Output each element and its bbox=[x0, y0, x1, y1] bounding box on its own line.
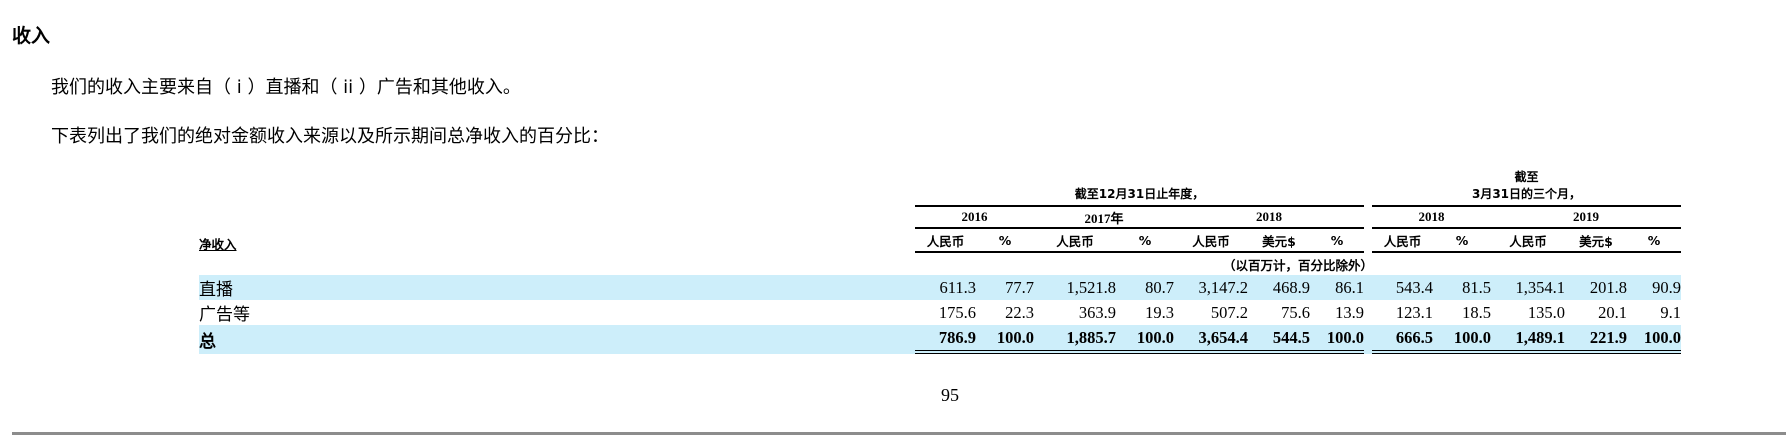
table-cell: 19.3 bbox=[1145, 302, 1174, 322]
revenue-table: 截至 截至12月31日止年度， 3月31日的三个月， 净收入 2016 2017… bbox=[199, 168, 1681, 354]
intro-paragraph: 我们的收入主要来自（ i ）直播和（ ii ）广告和其他收入。 bbox=[51, 77, 521, 98]
table-cell: 18.5 bbox=[1462, 302, 1491, 322]
table-cell: 666.5 bbox=[1372, 325, 1433, 354]
quarter-group-title-line2: 3月31日的三个月， bbox=[1372, 185, 1681, 207]
table-cell: 544.5 bbox=[1248, 325, 1310, 354]
table-cell: 9.1 bbox=[1660, 302, 1681, 322]
unit-note-row: （以百万计，百分比除外） bbox=[199, 253, 1681, 275]
year-header: 2019 bbox=[1491, 207, 1681, 229]
table-cell: 1,521.8 bbox=[1034, 275, 1116, 300]
group-title-row-2: 截至12月31日止年度， 3月31日的三个月， bbox=[199, 185, 1681, 207]
table-cell: 100.0 bbox=[1310, 325, 1364, 354]
net-revenue-header: 净收入 bbox=[199, 237, 237, 252]
year-header: 2018 bbox=[1372, 207, 1491, 229]
table-cell: 81.5 bbox=[1433, 275, 1491, 300]
year-header: 2017年 bbox=[1034, 207, 1174, 229]
year-row: 净收入 2016 2017年 2018 2018 2019 bbox=[199, 207, 1681, 252]
table-cell: 611.3 bbox=[915, 275, 976, 300]
year-header: 2016 bbox=[915, 207, 1034, 229]
column-header: 人民币 bbox=[1491, 229, 1565, 253]
column-header: 人民币 bbox=[1372, 229, 1433, 253]
table-cell: 75.6 bbox=[1281, 302, 1310, 322]
unit-note: （以百万计，百分比除外） bbox=[1222, 257, 1373, 273]
table-cell: 175.6 bbox=[938, 302, 976, 322]
table-cell: 507.2 bbox=[1210, 302, 1248, 322]
table-cell: 543.4 bbox=[1372, 275, 1433, 300]
table-cell: 77.7 bbox=[976, 275, 1034, 300]
row-label: 直播 bbox=[199, 275, 915, 300]
column-header: % bbox=[1627, 229, 1681, 253]
table-cell: 1,885.7 bbox=[1034, 325, 1116, 354]
table-cell: 3,147.2 bbox=[1174, 275, 1248, 300]
table-cell: 80.7 bbox=[1116, 275, 1174, 300]
table-cell: 1,489.1 bbox=[1491, 325, 1565, 354]
table-cell: 123.1 bbox=[1395, 302, 1433, 322]
table-cell: 86.1 bbox=[1310, 275, 1364, 300]
column-header: 人民币 bbox=[1174, 229, 1248, 253]
table-cell: 100.0 bbox=[976, 325, 1034, 354]
row-label: 总 bbox=[199, 325, 915, 354]
table-cell: 363.9 bbox=[1078, 302, 1116, 322]
column-header: 美元$ bbox=[1565, 229, 1627, 253]
table-cell: 1,354.1 bbox=[1491, 275, 1565, 300]
annual-group-title: 截至12月31日止年度， bbox=[915, 185, 1364, 207]
page-number: 95 bbox=[941, 385, 959, 405]
quarter-group-title-line1: 截至 bbox=[1514, 170, 1539, 184]
column-header: % bbox=[976, 229, 1034, 253]
column-header: % bbox=[1116, 229, 1174, 253]
row-label: 广告等 bbox=[199, 305, 250, 325]
column-header: 人民币 bbox=[1034, 229, 1116, 253]
table-cell: 468.9 bbox=[1248, 275, 1310, 300]
column-header: % bbox=[1433, 229, 1491, 253]
table-cell: 221.9 bbox=[1565, 325, 1627, 354]
table-cell: 786.9 bbox=[915, 325, 976, 354]
column-header: 人民币 bbox=[915, 229, 976, 253]
table-cell: 90.9 bbox=[1627, 275, 1681, 300]
table-row: 直播 611.3 77.7 1,521.8 80.7 3,147.2 468.9… bbox=[199, 275, 1681, 300]
table-cell: 100.0 bbox=[1627, 325, 1681, 354]
year-header: 2018 bbox=[1174, 207, 1364, 229]
table-row: 广告等 175.6 22.3 363.9 19.3 507.2 75.6 13.… bbox=[199, 300, 1681, 326]
table-cell: 201.8 bbox=[1565, 275, 1627, 300]
column-header: 美元$ bbox=[1248, 229, 1310, 253]
table-cell: 100.0 bbox=[1433, 325, 1491, 354]
table-cell: 22.3 bbox=[1005, 302, 1034, 322]
table-cell: 13.9 bbox=[1335, 302, 1364, 322]
group-title-row-1: 截至 bbox=[199, 168, 1681, 185]
table-intro-paragraph: 下表列出了我们的绝对金额收入来源以及所示期间总净收入的百分比： bbox=[51, 126, 609, 147]
table-cell: 3,654.4 bbox=[1174, 325, 1248, 354]
table-cell: 135.0 bbox=[1527, 302, 1565, 322]
table-cell: 100.0 bbox=[1116, 325, 1174, 354]
footer-rule bbox=[12, 432, 1786, 435]
column-header: % bbox=[1310, 229, 1364, 253]
table-cell: 20.1 bbox=[1598, 302, 1627, 322]
section-heading: 收入 bbox=[12, 25, 51, 47]
total-row: 总 786.9 100.0 1,885.7 100.0 3,654.4 544.… bbox=[199, 325, 1681, 354]
